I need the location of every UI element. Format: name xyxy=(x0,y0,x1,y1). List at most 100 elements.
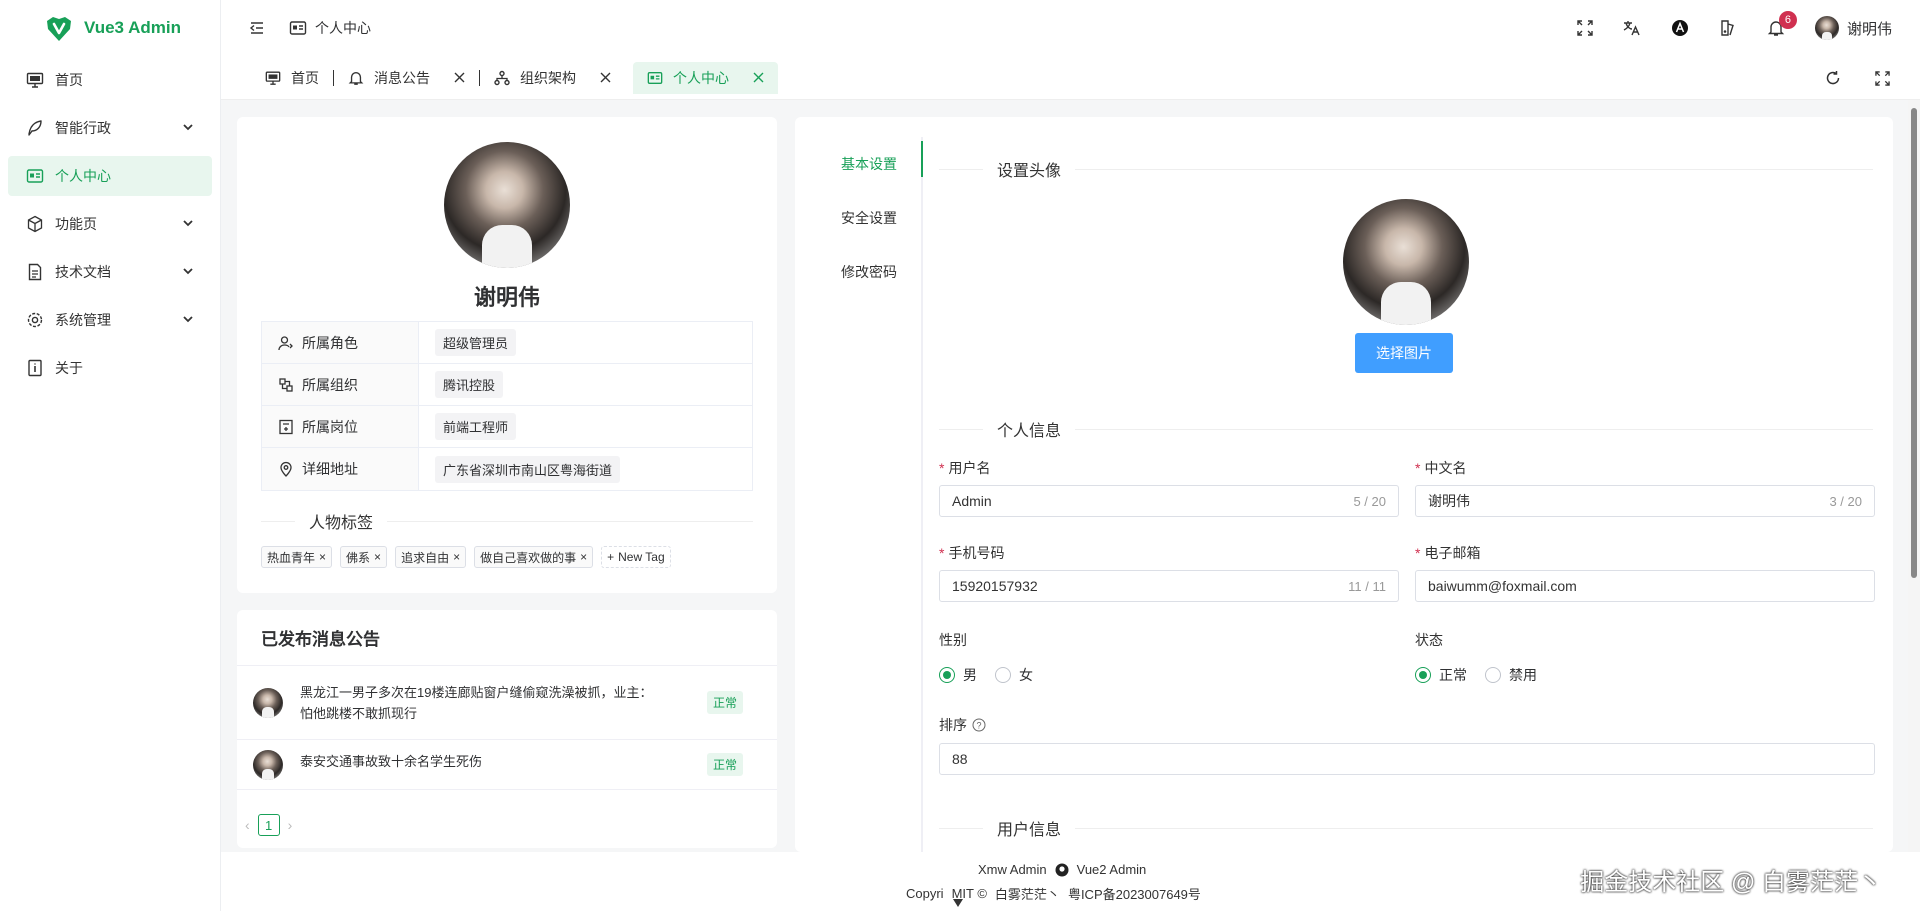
github-icon[interactable] xyxy=(1055,863,1069,877)
cn-name-field[interactable]: 谢明伟 3 / 20 xyxy=(1415,485,1875,517)
tag-close-icon[interactable]: × xyxy=(374,550,381,564)
choose-image-button[interactable]: 选择图片 xyxy=(1355,333,1453,373)
username-label: * 用户名 xyxy=(939,460,991,476)
tab-label: 组织架构 xyxy=(520,69,576,86)
radio-male[interactable]: 男 xyxy=(939,665,977,685)
page-scrollbar[interactable] xyxy=(1908,100,1920,852)
new-tag-button[interactable]: + New Tag xyxy=(601,546,671,568)
language-button[interactable] xyxy=(1623,19,1641,37)
tabs-actions xyxy=(1825,56,1890,100)
username-field[interactable]: Admin 5 / 20 xyxy=(939,485,1399,517)
notice-item[interactable]: 泰安交通事故致十余名学生死伤 正常 xyxy=(237,740,777,790)
char-count: 11 / 11 xyxy=(1348,578,1386,594)
field-value: baiwumm@foxmail.com xyxy=(1428,578,1577,594)
icp-link[interactable]: 粤ICP备2023007649号 xyxy=(1068,884,1201,903)
info-label: 所属角色 xyxy=(302,334,358,351)
close-icon[interactable] xyxy=(454,72,465,83)
radio-female[interactable]: 女 xyxy=(995,665,1033,685)
id-card-icon xyxy=(26,167,44,185)
tab-organization[interactable]: 组织架构 xyxy=(480,62,625,94)
org-icon xyxy=(494,70,510,85)
plus-icon: + xyxy=(607,550,615,564)
post-icon xyxy=(279,419,293,434)
sidebar-item-label: 技术文档 xyxy=(55,264,111,280)
tab-change-password[interactable]: 修改密码 xyxy=(795,245,921,299)
watermark: 掘金技术社区 @ 白雾茫茫丶 xyxy=(1580,869,1882,896)
field-value: 88 xyxy=(952,751,968,767)
sidebar-item-home[interactable]: 首页 xyxy=(8,60,212,100)
author-link[interactable]: 白雾茫茫丶 xyxy=(995,884,1060,903)
info-row-role: 所属角色 超级管理员 xyxy=(262,322,752,364)
sidebar-item-profile[interactable]: 个人中心 xyxy=(8,156,212,196)
tag-close-icon[interactable]: × xyxy=(453,550,460,564)
sort-field[interactable]: 88 xyxy=(939,743,1875,775)
tab-security-settings[interactable]: 安全设置 xyxy=(795,191,921,245)
page-number[interactable]: 1 xyxy=(257,814,280,836)
tag-close-icon[interactable]: × xyxy=(319,550,326,564)
location-icon xyxy=(280,461,292,477)
notices-title: 已发布消息公告 xyxy=(237,610,777,666)
info-value: 腾讯控股 xyxy=(435,371,504,398)
footer-link[interactable]: Vue2 Admin xyxy=(1077,862,1147,877)
theme-button[interactable] xyxy=(1671,19,1689,37)
fullscreen-icon[interactable] xyxy=(1875,70,1890,86)
tag[interactable]: 热血青年 × xyxy=(261,546,333,568)
user-menu[interactable]: 谢明伟 xyxy=(1814,16,1892,40)
chevron-down-icon xyxy=(183,268,193,275)
skin-button[interactable] xyxy=(1719,19,1737,37)
tab-profile[interactable]: 个人中心 xyxy=(633,61,778,94)
tab-label: 首页 xyxy=(291,69,319,86)
close-icon[interactable] xyxy=(753,72,764,83)
tags-divider: 人物标签 xyxy=(261,509,753,533)
theme-a-icon xyxy=(1671,20,1688,36)
info-label: 所属岗位 xyxy=(302,418,358,435)
refresh-icon[interactable] xyxy=(1825,70,1841,86)
profile-card: 谢明伟 所属角色 超级管理员 所属组织 腾讯控股 所属岗位 前端工程师 详细地址… xyxy=(237,117,777,593)
sidebar-item-smart-admin[interactable]: 智能行政 xyxy=(8,108,212,148)
sidebar-item-docs[interactable]: 技术文档 xyxy=(8,252,212,292)
phone-field[interactable]: 15920157932 11 / 11 xyxy=(939,570,1399,602)
profile-avatar xyxy=(444,142,570,268)
scroll-down-icon[interactable] xyxy=(952,898,964,908)
footer-copyright: Copyri MIT © 白雾茫茫丶 粤ICP备2023007649号 xyxy=(906,884,1201,903)
tag[interactable]: 追求自由 × xyxy=(395,546,467,568)
sidebar-item-system[interactable]: 系统管理 xyxy=(8,300,212,340)
scrollbar-thumb[interactable] xyxy=(1911,108,1917,578)
next-page-icon[interactable]: › xyxy=(288,817,293,833)
footer-link[interactable]: Xmw Admin xyxy=(978,862,1047,877)
settings-avatar xyxy=(1343,199,1469,325)
collapse-menu-button[interactable] xyxy=(249,20,265,36)
fullscreen-icon xyxy=(1577,20,1593,36)
help-icon[interactable]: ? xyxy=(972,718,986,732)
close-icon[interactable] xyxy=(600,72,611,83)
sidebar-item-about[interactable]: 关于 xyxy=(8,348,212,388)
breadcrumb[interactable]: 个人中心 xyxy=(289,18,371,38)
radio-enabled[interactable]: 正常 xyxy=(1415,665,1467,685)
tab-notices[interactable]: 消息公告 xyxy=(334,62,479,94)
fullscreen-button[interactable] xyxy=(1577,20,1593,36)
tab-home[interactable]: 首页 xyxy=(251,62,333,94)
personal-section-divider: 个人信息 xyxy=(939,417,1873,441)
tag-close-icon[interactable]: × xyxy=(580,550,587,564)
prev-page-icon[interactable]: ‹ xyxy=(245,817,250,833)
organization-icon xyxy=(279,377,293,392)
profile-name: 谢明伟 xyxy=(473,285,540,310)
header-actions: 6 谢明伟 xyxy=(1577,0,1892,56)
sidebar-item-features[interactable]: 功能页 xyxy=(8,204,212,244)
document-icon xyxy=(26,263,44,281)
logo[interactable]: Vue3 Admin xyxy=(0,0,220,56)
breadcrumb-label: 个人中心 xyxy=(315,20,371,36)
sidebar-menu: 首页 智能行政 个人中心 功能页 技术文档 系统管理 关于 xyxy=(0,60,220,388)
section-title: 设置头像 xyxy=(997,163,1062,180)
avatar xyxy=(253,687,283,718)
notice-item[interactable]: 黑龙江一男子多次在19楼连廊贴窗户缝偷窥洗澡被抓，业主：怕他跳楼不敢抓现行 正常 xyxy=(237,666,777,740)
tab-basic-settings[interactable]: 基本设置 xyxy=(795,137,923,191)
tag[interactable]: 做自己喜欢做的事 × xyxy=(474,546,594,568)
copyright-text: Copyri xyxy=(906,886,944,901)
notification-badge: 6 xyxy=(1778,11,1797,29)
radio-disabled[interactable]: 禁用 xyxy=(1485,665,1537,685)
char-count: 5 / 20 xyxy=(1353,493,1386,509)
notifications-button[interactable]: 6 xyxy=(1767,11,1797,37)
tag[interactable]: 佛系 × xyxy=(340,546,388,568)
email-field[interactable]: baiwumm@foxmail.com xyxy=(1415,570,1875,602)
